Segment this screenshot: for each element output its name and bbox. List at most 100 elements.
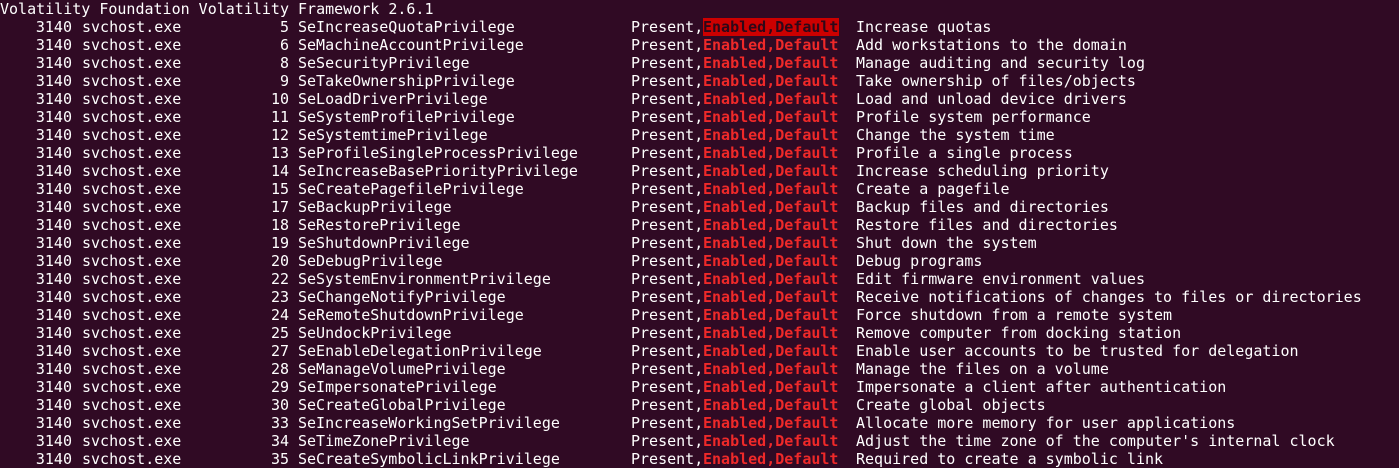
attributes-text: Enabled,Default (703, 144, 839, 162)
attributes-cell: Enabled,Default (703, 378, 839, 396)
description-cell: Remove computer from docking station (856, 324, 1182, 342)
attributes-cell: Enabled,Default (703, 270, 839, 288)
pid-cell: 3140 (35, 342, 72, 360)
description-cell: Restore files and directories (856, 216, 1118, 234)
pid-cell: 3140 (35, 414, 72, 432)
process-cell: svchost.exe (82, 252, 182, 270)
attributes-cell: Enabled,Default (703, 198, 839, 216)
pid-cell: 3140 (35, 450, 72, 468)
attributes-text: Enabled,Default (703, 432, 839, 450)
process-cell: svchost.exe (82, 162, 182, 180)
value-cell: 34 (270, 432, 289, 450)
table-row: 3140 svchost.exe 29 SeImpersonatePrivilege P… (0, 378, 1399, 396)
present-cell: Present, (631, 216, 704, 234)
present-cell: Present, (631, 54, 704, 72)
description-cell: Manage the files on a volume (856, 360, 1109, 378)
value-cell: 25 (270, 324, 289, 342)
description-cell: Backup files and directories (856, 198, 1109, 216)
description-cell: Change the system time (856, 126, 1055, 144)
attributes-cell: Enabled,Default (703, 180, 839, 198)
attributes-text: Enabled,Default (703, 252, 839, 270)
process-cell: svchost.exe (82, 360, 182, 378)
privilege-cell: SeImpersonatePrivilege (298, 378, 497, 396)
attributes-cell: Enabled,Default (703, 108, 839, 126)
table-row: 3140 svchost.exe 6 SeMachineAccountPrivileg… (0, 36, 1399, 54)
attributes-text: Enabled,Default (703, 90, 839, 108)
attributes-cell: Enabled,Default (703, 216, 839, 234)
pid-cell: 3140 (35, 72, 72, 90)
terminal-output[interactable]: Volatility Foundation Volatility Framewo… (0, 0, 1399, 468)
process-cell: svchost.exe (82, 90, 182, 108)
table-row: 3140 svchost.exe 17 SeBackupPrivilege Presen… (0, 198, 1399, 216)
attributes-cell: Enabled,Default (703, 360, 839, 378)
privilege-cell: SeManageVolumePrivilege (298, 360, 506, 378)
description-cell: Required to create a symbolic link (856, 450, 1164, 468)
description-cell: Force shutdown from a remote system (856, 306, 1173, 324)
description-cell: Increase quotas (856, 18, 992, 36)
attributes-text: Enabled,Default (703, 18, 839, 36)
attributes-text: Enabled,Default (703, 72, 839, 90)
attributes-text: Enabled,Default (703, 180, 839, 198)
privilege-cell: SeIncreaseWorkingSetPrivilege (298, 414, 560, 432)
attributes-text: Enabled,Default (703, 396, 839, 414)
description-cell: Profile a single process (856, 144, 1073, 162)
pid-cell: 3140 (35, 126, 72, 144)
privilege-cell: SeCreateGlobalPrivilege (298, 396, 506, 414)
present-cell: Present, (631, 288, 704, 306)
pid-cell: 3140 (35, 288, 72, 306)
privilege-cell: SeSystemProfilePrivilege (298, 108, 515, 126)
privilege-cell: SeCreateSymbolicLinkPrivilege (298, 450, 560, 468)
description-cell: Allocate more memory for user applicatio… (856, 414, 1236, 432)
present-cell: Present, (631, 342, 704, 360)
attributes-text: Enabled,Default (703, 54, 839, 72)
value-cell: 28 (270, 360, 289, 378)
attributes-cell: Enabled,Default (703, 162, 839, 180)
description-cell: Add workstations to the domain (856, 36, 1127, 54)
pid-cell: 3140 (35, 252, 72, 270)
privilege-cell: SeDebugPrivilege (298, 252, 443, 270)
present-cell: Present, (631, 180, 704, 198)
table-row: 3140 svchost.exe 28 SeManageVolumePrivilege… (0, 360, 1399, 378)
table-row: 3140 svchost.exe 12 SeSystemtimePrivilege Pr… (0, 126, 1399, 144)
privilege-cell: SeTimeZonePrivilege (298, 432, 470, 450)
process-cell: svchost.exe (82, 198, 182, 216)
present-cell: Present, (631, 90, 704, 108)
attributes-text: Enabled,Default (703, 108, 839, 126)
attributes-text: Enabled,Default (703, 36, 839, 54)
value-cell: 30 (270, 396, 289, 414)
privilege-cell: SeRemoteShutdownPrivilege (298, 306, 524, 324)
process-cell: svchost.exe (82, 18, 182, 36)
table-row: 3140 svchost.exe 34 SeTimeZonePrivilege Pres… (0, 432, 1399, 450)
pid-cell: 3140 (35, 180, 72, 198)
attributes-cell: Enabled,Default (703, 288, 839, 306)
process-cell: svchost.exe (82, 414, 182, 432)
present-cell: Present, (631, 198, 704, 216)
description-cell: Impersonate a client after authenticatio… (856, 378, 1227, 396)
privilege-cell: SeMachineAccountPrivilege (298, 36, 524, 54)
pid-cell: 3140 (35, 90, 72, 108)
table-row: 3140 svchost.exe 14 SeIncreaseBasePriorityP… (0, 162, 1399, 180)
table-row: 3140 svchost.exe 33 SeIncreaseWorkingSetPri… (0, 414, 1399, 432)
value-cell: 13 (270, 144, 289, 162)
pid-cell: 3140 (35, 306, 72, 324)
table-row: 3140 svchost.exe 19 SeShutdownPrivilege Pres… (0, 234, 1399, 252)
attributes-text: Enabled,Default (703, 234, 839, 252)
attributes-text: Enabled,Default (703, 198, 839, 216)
present-cell: Present, (631, 324, 704, 342)
present-cell: Present, (631, 36, 704, 54)
value-cell: 19 (270, 234, 289, 252)
table-row: 3140 svchost.exe 27 SeEnableDelegationPrivi… (0, 342, 1399, 360)
value-cell: 15 (270, 180, 289, 198)
present-cell: Present, (631, 396, 704, 414)
process-cell: svchost.exe (82, 72, 182, 90)
privilege-cell: SeIncreaseQuotaPrivilege (298, 18, 515, 36)
process-cell: svchost.exe (82, 108, 182, 126)
attributes-text: Enabled,Default (703, 126, 839, 144)
attributes-text: Enabled,Default (703, 450, 839, 468)
value-cell: 5 (279, 18, 289, 36)
privilege-cell: SeChangeNotifyPrivilege (298, 288, 506, 306)
table-row: 3140 svchost.exe 11 SeSystemProfilePrivileg… (0, 108, 1399, 126)
table-row: 3140 svchost.exe 23 SeChangeNotifyPrivilege… (0, 288, 1399, 306)
privilege-cell: SeEnableDelegationPrivilege (298, 342, 542, 360)
present-cell: Present, (631, 18, 704, 36)
